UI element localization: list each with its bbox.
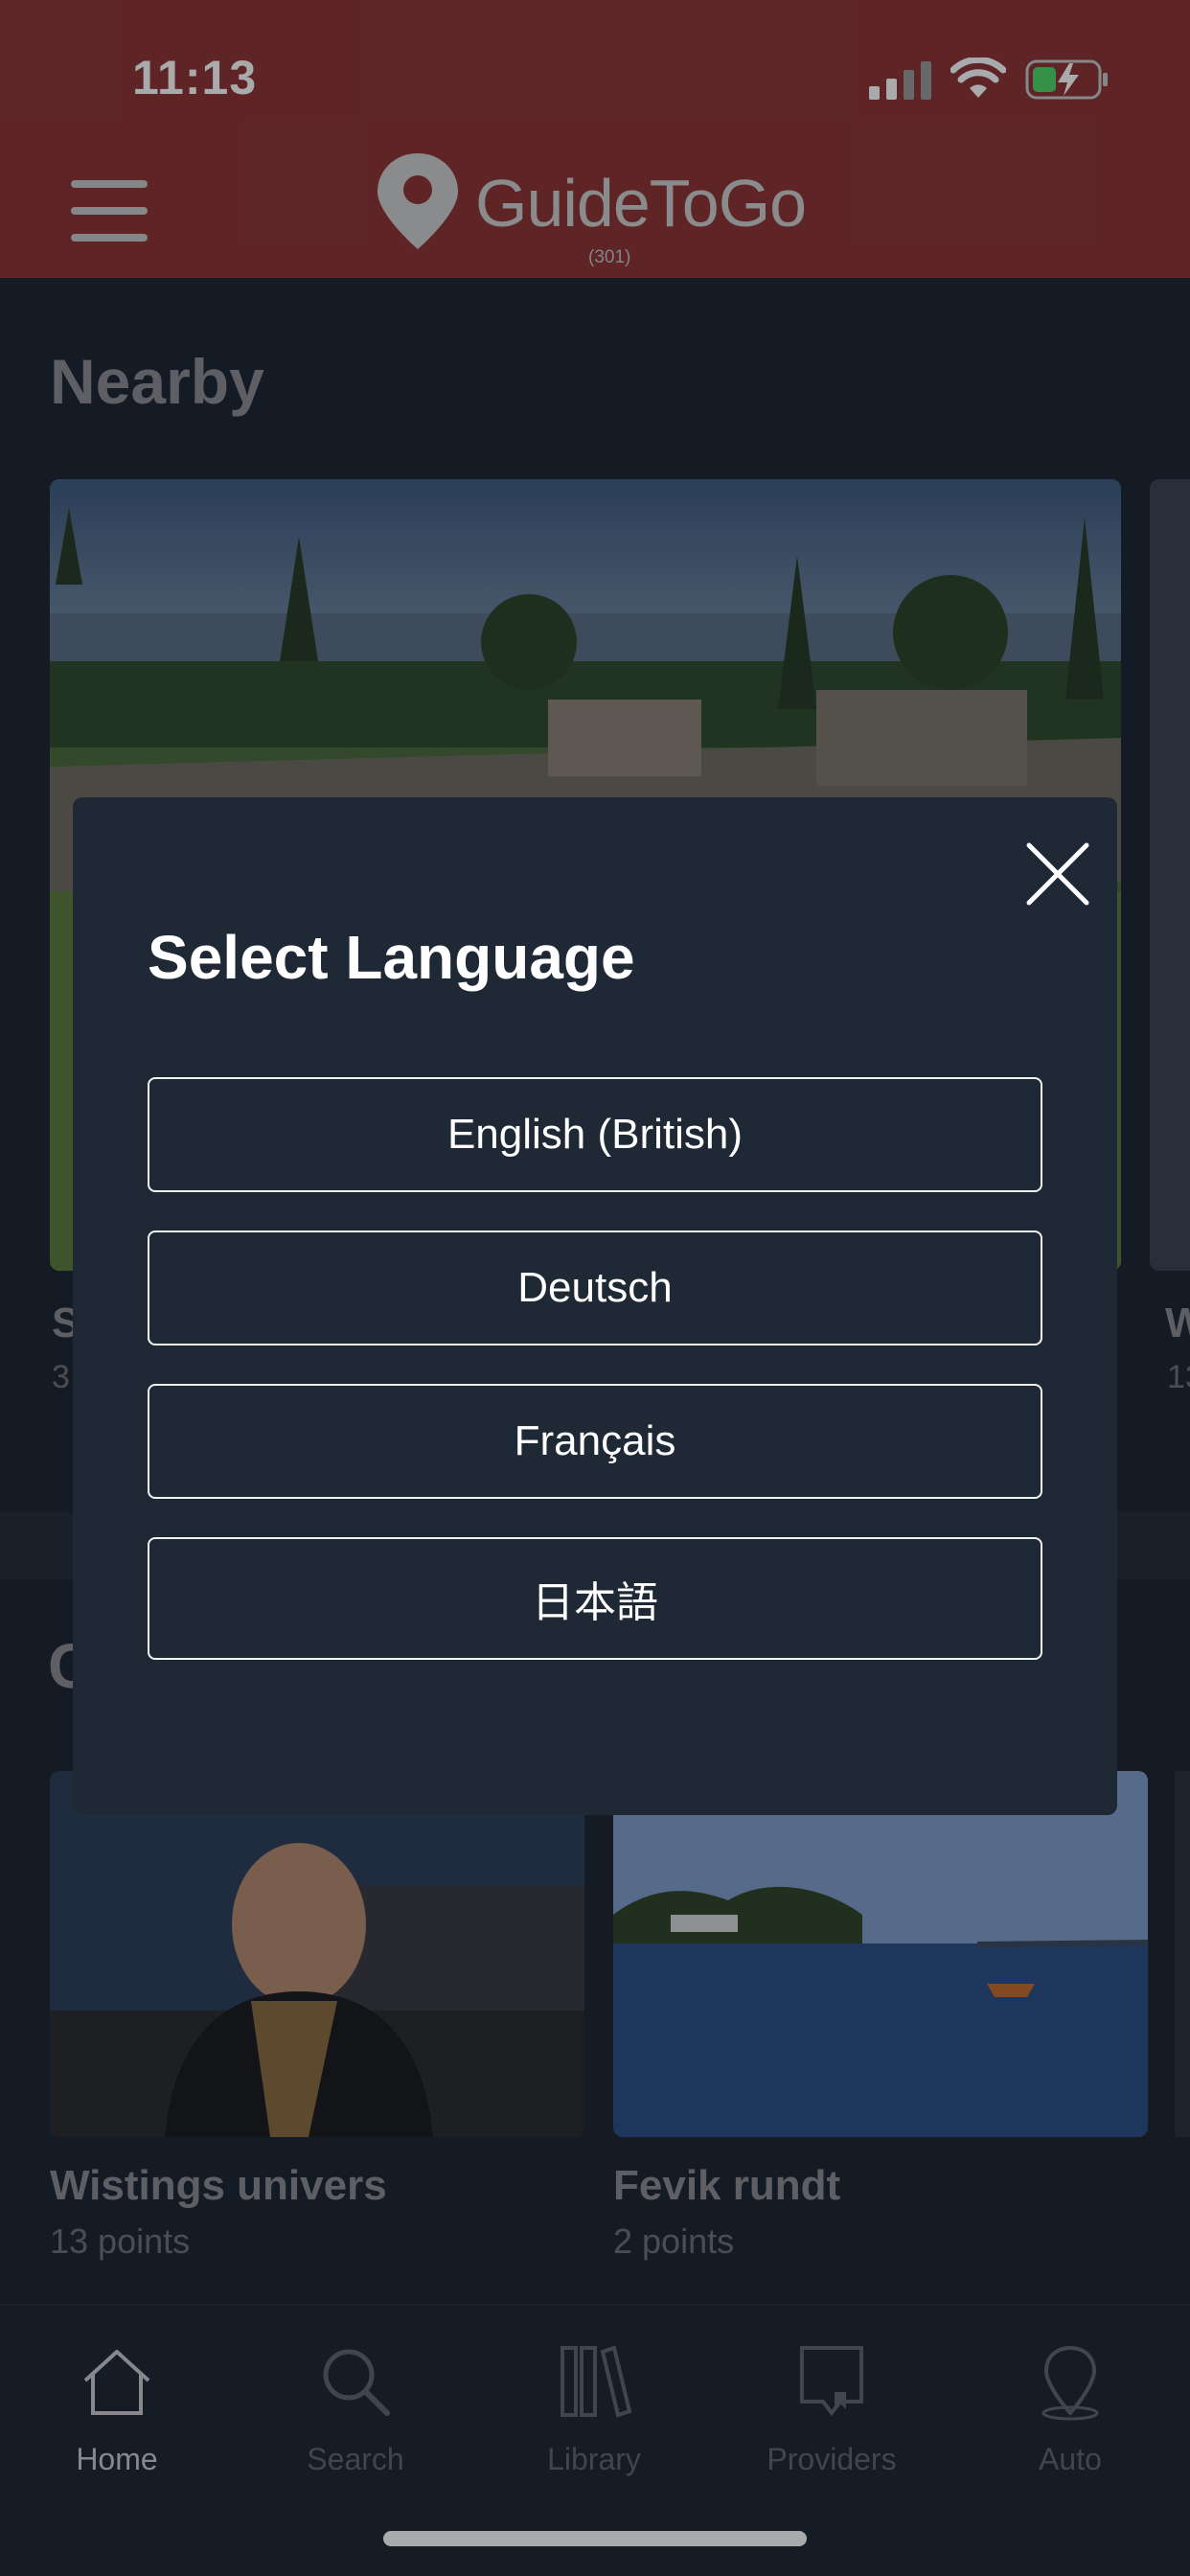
dialog-title: Select Language bbox=[148, 923, 635, 992]
language-option-deutsch[interactable]: Deutsch bbox=[148, 1230, 1042, 1346]
language-option-francais[interactable]: Français bbox=[148, 1384, 1042, 1499]
close-button[interactable] bbox=[1010, 826, 1106, 922]
select-language-dialog: Select Language English (British) Deutsc… bbox=[73, 797, 1117, 1815]
language-option-english[interactable]: English (British) bbox=[148, 1077, 1042, 1192]
close-icon bbox=[1026, 842, 1089, 906]
language-option-japanese[interactable]: 日本語 bbox=[148, 1537, 1042, 1660]
